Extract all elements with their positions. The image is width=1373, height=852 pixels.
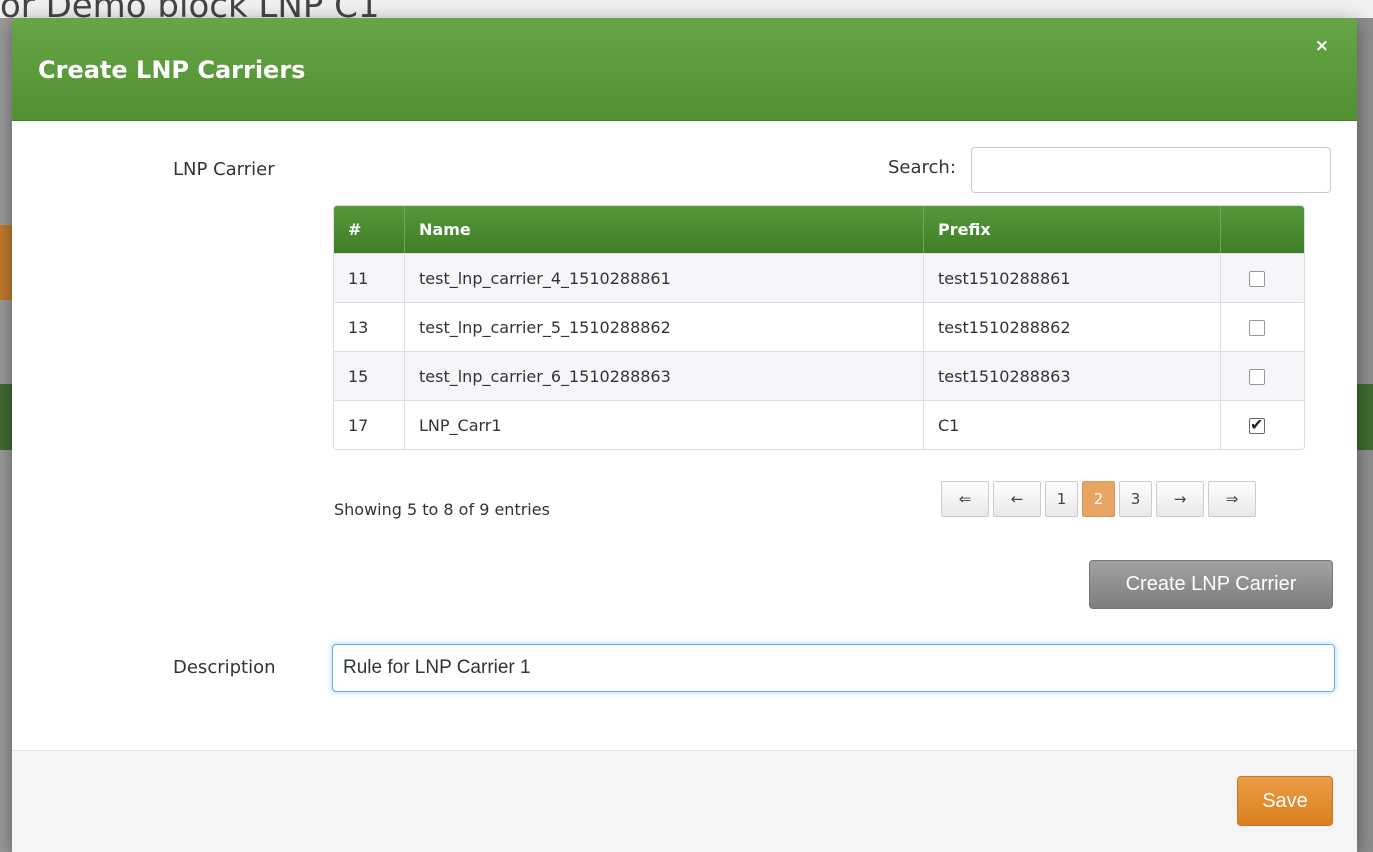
modal-header: Create LNP Carriers × [12,18,1357,121]
row-checkbox[interactable] [1249,271,1265,287]
modal-footer: Save [12,750,1357,852]
cell-id: 15 [334,351,405,400]
column-header-select [1221,206,1304,253]
next-page-button[interactable]: → [1156,481,1204,517]
lnp-carrier-table: # Name Prefix 11 test_lnp_carrier_4_1510… [333,205,1305,450]
cell-prefix: test1510288861 [924,253,1221,302]
search-label: Search: [888,157,956,178]
close-icon[interactable]: × [1315,38,1329,55]
save-button[interactable]: Save [1237,776,1333,826]
first-page-button[interactable]: ⇐ [941,481,989,517]
cell-id: 11 [334,253,405,302]
cell-name: test_lnp_carrier_4_1510288861 [405,253,924,302]
cell-id: 17 [334,400,405,449]
table-row: 11 test_lnp_carrier_4_1510288861 test151… [334,253,1304,302]
row-checkbox-checked[interactable] [1249,418,1265,434]
column-header-name[interactable]: Name [405,206,924,253]
table-row: 15 test_lnp_carrier_6_1510288863 test151… [334,351,1304,400]
cell-select [1221,400,1304,449]
create-lnp-carriers-modal: Create LNP Carriers × LNP Carrier Search… [12,18,1357,852]
last-page-button[interactable]: ⇒ [1208,481,1256,517]
cell-name: LNP_Carr1 [405,400,924,449]
background-page-strip: or Demo block LNP C1 [0,0,1373,26]
table-row: 17 LNP_Carr1 C1 [334,400,1304,449]
cell-prefix: C1 [924,400,1221,449]
row-checkbox[interactable] [1249,320,1265,336]
cell-select [1221,351,1304,400]
table-row: 13 test_lnp_carrier_5_1510288862 test151… [334,302,1304,351]
background-orange-block [0,225,12,300]
page-3-button[interactable]: 3 [1119,481,1152,517]
cell-select [1221,302,1304,351]
cell-name: test_lnp_carrier_5_1510288862 [405,302,924,351]
description-input[interactable]: Rule for LNP Carrier 1 [332,644,1335,692]
page-1-button[interactable]: 1 [1045,481,1078,517]
modal-title: Create LNP Carriers [38,56,306,84]
lnp-carrier-label: LNP Carrier [173,159,275,180]
cell-id: 13 [334,302,405,351]
description-label: Description [173,657,276,678]
pagination: ⇐ ← 1 2 3 → ⇒ [941,481,1260,517]
table-header-row: # Name Prefix [334,206,1304,253]
table-info: Showing 5 to 8 of 9 entries [334,500,550,519]
search-input[interactable] [971,147,1331,193]
cell-prefix: test1510288863 [924,351,1221,400]
cell-name: test_lnp_carrier_6_1510288863 [405,351,924,400]
background-right-green-block [1357,384,1373,450]
cell-select [1221,253,1304,302]
background-green-block [0,384,12,450]
cell-prefix: test1510288862 [924,302,1221,351]
create-lnp-carrier-button[interactable]: Create LNP Carrier [1089,560,1333,609]
column-header-id[interactable]: # [334,206,405,253]
row-checkbox[interactable] [1249,369,1265,385]
column-header-prefix[interactable]: Prefix [924,206,1221,253]
page-2-button[interactable]: 2 [1082,481,1115,517]
prev-page-button[interactable]: ← [993,481,1041,517]
